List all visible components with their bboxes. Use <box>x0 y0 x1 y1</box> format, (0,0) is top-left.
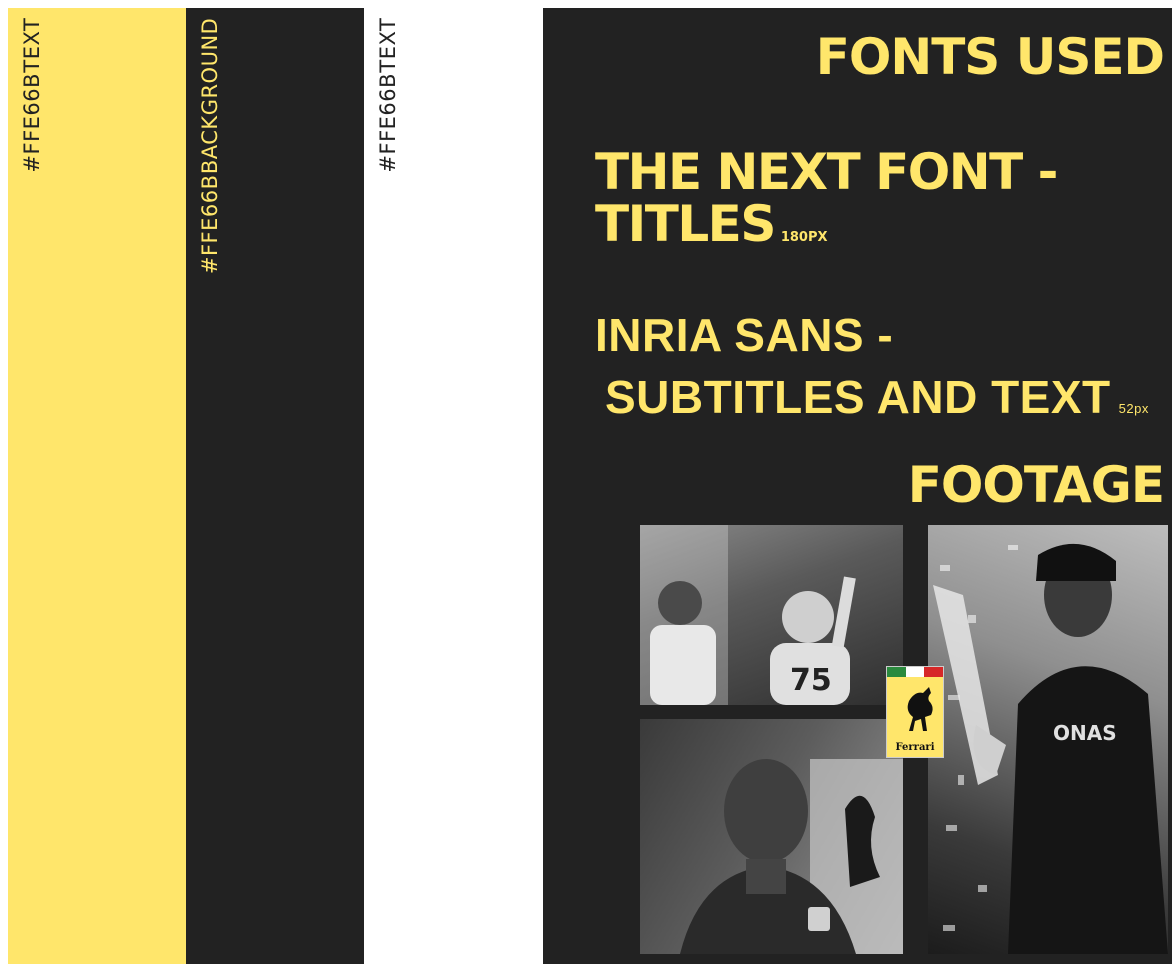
body-font-usage-label: SUBTITLES AND TEXT <box>605 371 1111 423</box>
ferrari-logo-badge: Ferrari <box>886 666 944 758</box>
footage-photo-drivers: 75 <box>640 525 903 705</box>
swatch-role: BACKGROUND <box>198 18 222 175</box>
swatch-label: #FFE66B TEXT <box>374 18 402 173</box>
svg-text:75: 75 <box>790 663 832 698</box>
color-swatch-yellow: #FFE66B TEXT <box>8 8 186 964</box>
color-swatch-white: #FFE66B TEXT <box>364 8 542 964</box>
svg-text:ONAS: ONAS <box>1053 721 1117 745</box>
ferrari-logo-text: Ferrari <box>895 742 935 753</box>
fonts-used-heading: FONTS USED <box>815 28 1165 86</box>
italian-flag-stripe <box>887 667 944 677</box>
body-font-size: 52px <box>1118 401 1149 416</box>
style-guide-panel: FONTS USED THE NEXT FONT - TITLES 180PX I… <box>543 8 1172 964</box>
body-font-usage: SUBTITLES AND TEXT 52px <box>605 370 1149 424</box>
swatch-hex: #FFE66B <box>20 72 44 173</box>
body-font-name: INRIA SANS - <box>595 309 894 361</box>
swatch-role: TEXT <box>376 18 400 73</box>
swatch-label: #FFE66B TEXT <box>18 18 46 173</box>
title-font-size: 180PX <box>780 230 828 245</box>
prancing-horse-icon <box>907 687 933 731</box>
swatch-role: TEXT <box>20 18 44 73</box>
title-font-usage: TITLES <box>595 195 776 253</box>
footage-photo-trophy: ONAS <box>928 525 1168 954</box>
swatch-label: #FFE66B BACKGROUND <box>196 18 224 274</box>
swatch-hex: #FFE66B <box>376 72 400 173</box>
title-font-sample: THE NEXT FONT - TITLES 180PX <box>595 146 1155 264</box>
title-font-line1: THE NEXT FONT - <box>595 143 1058 201</box>
color-swatch-dark: #FFE66B BACKGROUND <box>186 8 364 964</box>
swatch-hex: #FFE66B <box>198 174 222 275</box>
footage-heading: FOOTAGE <box>907 456 1165 514</box>
title-font-line2: TITLES 180PX <box>595 198 1155 264</box>
footage-photo-portrait <box>640 719 903 954</box>
